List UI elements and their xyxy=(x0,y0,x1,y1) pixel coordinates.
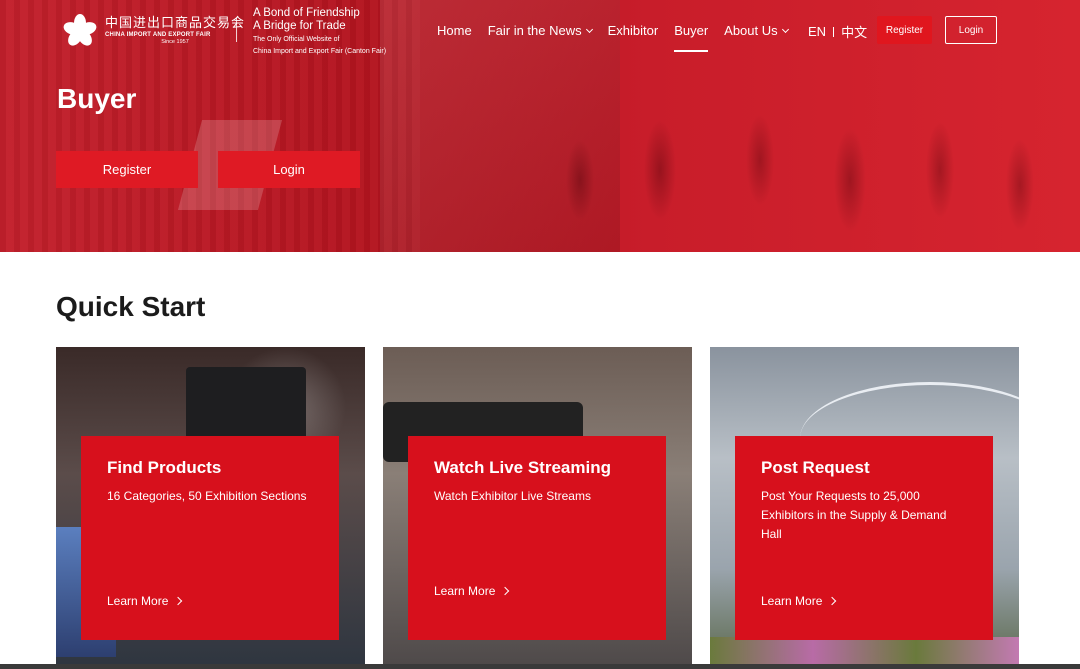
logo-divider xyxy=(236,18,237,42)
chevron-right-icon xyxy=(501,586,510,596)
header-login-button[interactable]: Login xyxy=(945,16,997,44)
lang-en[interactable]: EN xyxy=(808,24,826,39)
tagline-line-1: A Bond of Friendship xyxy=(253,7,360,19)
tagline-sub-2: China Import and Export Fair (Canton Fai… xyxy=(253,47,387,55)
site-logo[interactable]: 中国进出口商品交易会 CHINA IMPORT AND EXPORT FAIR … xyxy=(61,14,246,49)
page-title: Buyer xyxy=(57,83,137,114)
card-post-request[interactable]: Post Request Post Your Requests to 25,00… xyxy=(710,347,1019,664)
main-nav: Home Fair in the News Exhibitor Buyer Ab… xyxy=(437,22,804,52)
lang-separator xyxy=(833,26,835,37)
hero-crowd-image xyxy=(520,60,1080,252)
nav-home[interactable]: Home xyxy=(437,22,472,40)
card-desc: 16 Categories, 50 Exhibition Sections xyxy=(107,489,307,503)
card-title: Post Request xyxy=(761,458,870,477)
card-box: Watch Live Streaming Watch Exhibitor Liv… xyxy=(408,436,666,640)
logo-english-text: CHINA IMPORT AND EXPORT FAIR xyxy=(105,31,211,38)
nav-buyer[interactable]: Buyer xyxy=(674,22,708,52)
hero-register-button[interactable]: Register xyxy=(56,151,198,188)
card-desc: Post Your Requests to 25,000 Exhibitors … xyxy=(761,489,947,541)
nav-about-us[interactable]: About Us xyxy=(724,22,789,40)
card-desc: Watch Exhibitor Live Streams xyxy=(434,489,591,503)
quick-start-title: Quick Start xyxy=(56,291,206,322)
tagline-line-2: A Bridge for Trade xyxy=(253,20,346,32)
chevron-right-icon xyxy=(828,596,837,606)
card-box: Find Products 16 Categories, 50 Exhibiti… xyxy=(81,436,339,640)
learn-more-link[interactable]: Learn More xyxy=(761,594,837,608)
learn-more-link[interactable]: Learn More xyxy=(107,594,183,608)
logo-since-text: Since 1957 xyxy=(161,38,189,45)
tagline: A Bond of Friendship A Bridge for Trade … xyxy=(253,7,386,56)
bottom-bar xyxy=(0,664,1080,669)
card-title: Watch Live Streaming xyxy=(434,458,611,477)
language-switch: EN 中文 xyxy=(808,22,867,41)
card-find-products[interactable]: Find Products 16 Categories, 50 Exhibiti… xyxy=(56,347,365,664)
card-title: Find Products xyxy=(107,458,222,477)
nav-exhibitor[interactable]: Exhibitor xyxy=(608,22,659,40)
logo-chinese-text: 中国进出口商品交易会 xyxy=(105,15,246,31)
chevron-down-icon xyxy=(585,25,593,33)
card-watch-live-streaming[interactable]: Watch Live Streaming Watch Exhibitor Liv… xyxy=(383,347,692,664)
flower-logo-icon xyxy=(61,14,99,49)
hero-login-button[interactable]: Login xyxy=(218,151,360,188)
tagline-sub-1: The Only Official Website of xyxy=(253,36,340,43)
nav-fair-in-the-news[interactable]: Fair in the News xyxy=(488,22,593,40)
chevron-right-icon xyxy=(174,596,183,606)
lang-zh[interactable]: 中文 xyxy=(841,22,867,41)
card-box: Post Request Post Your Requests to 25,00… xyxy=(735,436,993,640)
header-register-button[interactable]: Register xyxy=(877,16,932,44)
chevron-down-icon xyxy=(781,25,789,33)
learn-more-link[interactable]: Learn More xyxy=(434,584,510,598)
